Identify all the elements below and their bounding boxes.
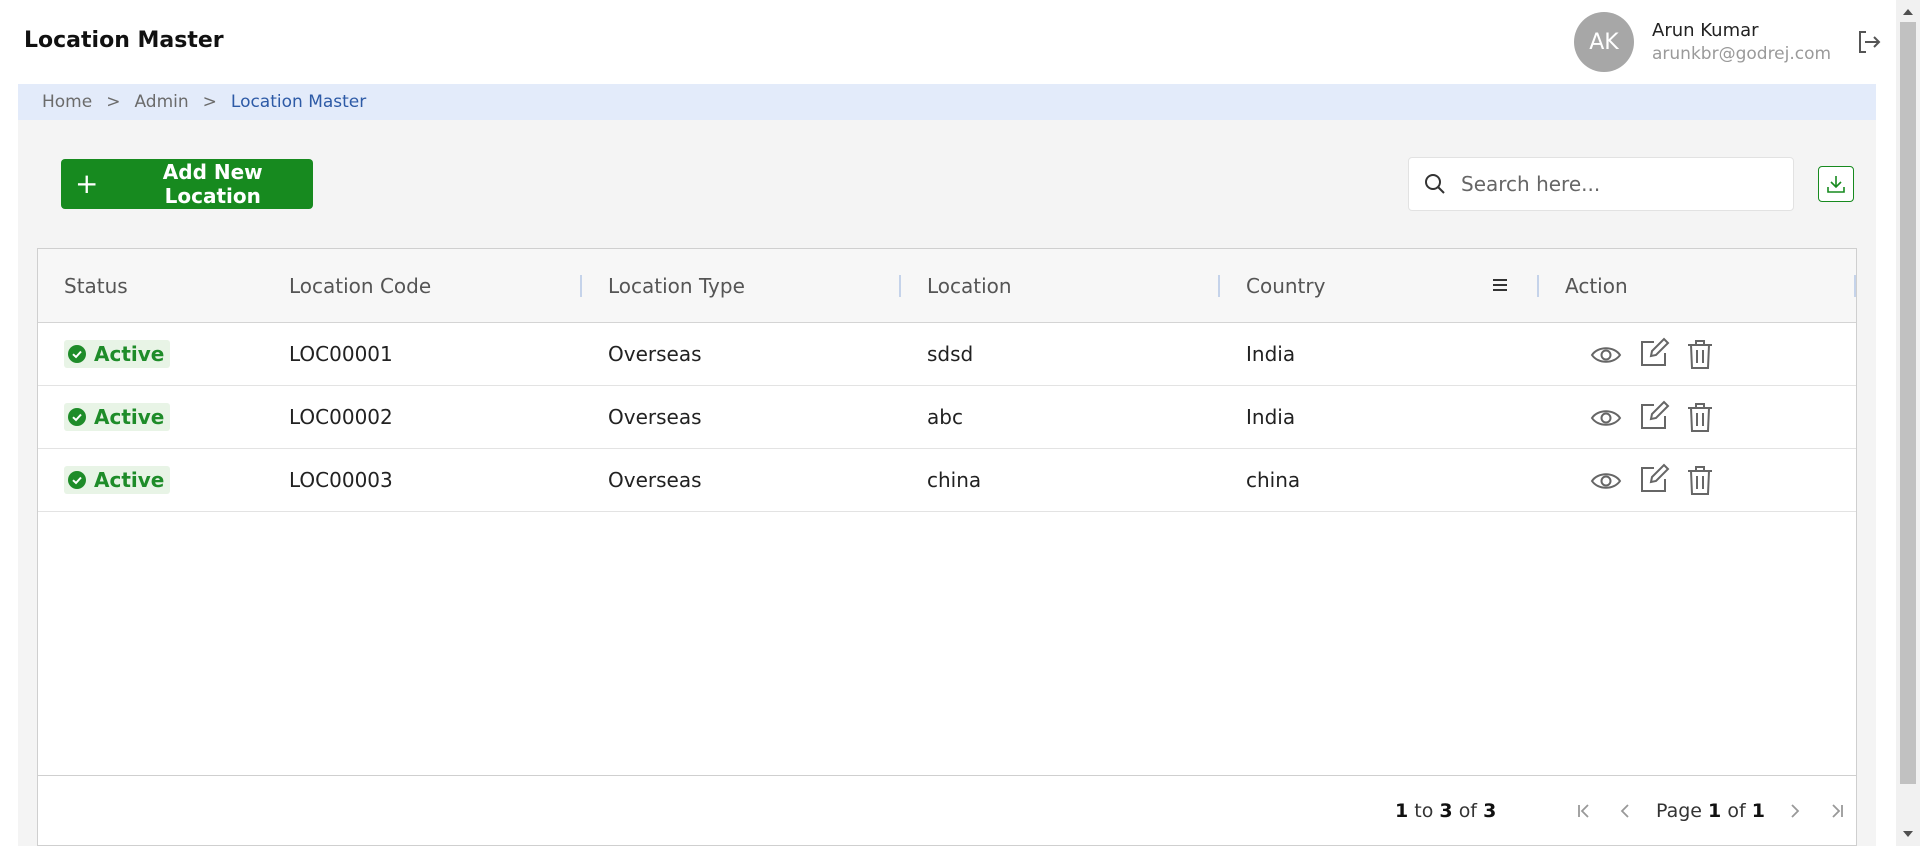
country-cell: china <box>1246 468 1301 492</box>
trash-icon[interactable] <box>1684 464 1716 496</box>
user-email: arunkbr@godrej.com <box>1652 44 1832 64</box>
column-header-action: Action <box>1565 274 1628 298</box>
page-indicator: Page 1 of 1 <box>1656 800 1765 822</box>
location-code-cell: LOC00003 <box>289 468 393 492</box>
column-resize-handle[interactable] <box>580 275 582 297</box>
first-page-icon[interactable] <box>1573 800 1595 822</box>
search-input[interactable] <box>1461 172 1781 196</box>
status-badge: Active <box>64 403 171 431</box>
location-type-cell: Overseas <box>608 342 702 366</box>
search-icon <box>1425 174 1445 194</box>
column-header-country[interactable]: Country <box>1246 249 1325 323</box>
page-title: Location Master <box>24 28 224 53</box>
location-type-cell: Overseas <box>608 468 702 492</box>
breadcrumb-separator: > <box>106 92 121 112</box>
previous-page-icon[interactable] <box>1614 800 1636 822</box>
eye-icon[interactable] <box>1590 402 1622 434</box>
table-row[interactable]: Active LOC00002 Overseas abc India <box>38 386 1856 449</box>
add-new-location-button[interactable]: + Add New Location <box>61 159 313 209</box>
page-count: 1 <box>1751 800 1765 822</box>
add-new-location-label: Add New Location <box>162 160 263 208</box>
location-type-cell: Overseas <box>608 405 702 429</box>
edit-icon[interactable] <box>1638 400 1670 432</box>
country-cell: India <box>1246 405 1296 429</box>
scroll-up-icon[interactable] <box>1902 6 1914 18</box>
location-cell: sdsd <box>927 342 974 366</box>
scrollbar-thumb[interactable] <box>1900 22 1916 784</box>
location-code-cell: LOC00002 <box>289 405 393 429</box>
status-badge: Active <box>64 340 171 368</box>
breadcrumb-current: Location Master <box>230 92 367 112</box>
column-menu-icon[interactable] <box>1490 275 1510 295</box>
check-circle-icon <box>68 345 86 363</box>
eye-icon[interactable] <box>1590 465 1622 497</box>
check-circle-icon <box>68 408 86 426</box>
status-cell: Active <box>64 449 171 511</box>
status-label: Active <box>94 342 165 366</box>
status-badge: Active <box>64 466 171 494</box>
last-page-icon[interactable] <box>1826 800 1848 822</box>
location-table: Status Location Code Location Type Locat… <box>37 248 1857 846</box>
column-resize-handle[interactable] <box>1537 275 1539 297</box>
location-code-cell: LOC00001 <box>289 342 393 366</box>
logout-icon[interactable] <box>1855 28 1883 56</box>
column-header-location-code[interactable]: Location Code <box>289 249 431 323</box>
page-of-label: of <box>1727 800 1746 822</box>
pagination-bar: 1 to 3 of 3 Page 1 of 1 <box>38 775 1856 845</box>
row-range-start: 1 <box>1395 800 1409 822</box>
user-name: Arun Kumar <box>1652 20 1759 41</box>
scroll-down-icon[interactable] <box>1902 828 1914 840</box>
main-content: + Add New Location Status Location Code … <box>18 120 1876 846</box>
row-count-summary: 1 to 3 of 3 <box>1395 800 1496 822</box>
download-icon <box>1827 176 1845 193</box>
table-header: Status Location Code Location Type Locat… <box>38 249 1856 323</box>
trash-icon[interactable] <box>1684 401 1716 433</box>
avatar[interactable]: AK <box>1574 12 1634 72</box>
location-cell: abc <box>927 405 963 429</box>
column-header-location[interactable]: Location <box>927 249 1012 323</box>
location-cell: china <box>927 468 982 492</box>
status-label: Active <box>94 468 165 492</box>
table-row[interactable]: Active LOC00001 Overseas sdsd India <box>38 323 1856 386</box>
search-box <box>1408 157 1794 211</box>
row-range-to-label: to <box>1414 800 1434 822</box>
country-cell: India <box>1246 342 1296 366</box>
column-resize-handle[interactable] <box>1218 275 1220 297</box>
plus-icon: + <box>75 167 99 200</box>
breadcrumb-separator: > <box>202 92 217 112</box>
row-total: 3 <box>1483 800 1497 822</box>
download-button[interactable] <box>1818 166 1854 202</box>
current-page: 1 <box>1708 800 1722 822</box>
breadcrumb: Home > Admin > Location Master <box>18 84 1876 120</box>
next-page-icon[interactable] <box>1784 800 1806 822</box>
trash-icon[interactable] <box>1684 338 1716 370</box>
column-header-status[interactable]: Status <box>64 249 128 323</box>
check-circle-icon <box>68 471 86 489</box>
column-resize-handle[interactable] <box>1854 275 1856 297</box>
page-label: Page <box>1656 800 1702 822</box>
status-cell: Active <box>64 323 171 385</box>
edit-icon[interactable] <box>1638 463 1670 495</box>
breadcrumb-home[interactable]: Home <box>42 92 92 112</box>
column-resize-handle[interactable] <box>899 275 901 297</box>
breadcrumb-admin[interactable]: Admin <box>134 92 188 112</box>
row-range-end: 3 <box>1439 800 1453 822</box>
page-scrollbar[interactable] <box>1896 0 1920 846</box>
app-header: Location Master AK Arun Kumar arunkbr@go… <box>0 0 1896 84</box>
eye-icon[interactable] <box>1590 339 1622 371</box>
table-row[interactable]: Active LOC00003 Overseas china china <box>38 449 1856 512</box>
row-range-of-label: of <box>1458 800 1478 822</box>
status-label: Active <box>94 405 165 429</box>
status-cell: Active <box>64 386 171 448</box>
column-header-location-type[interactable]: Location Type <box>608 249 745 323</box>
edit-icon[interactable] <box>1638 337 1670 369</box>
